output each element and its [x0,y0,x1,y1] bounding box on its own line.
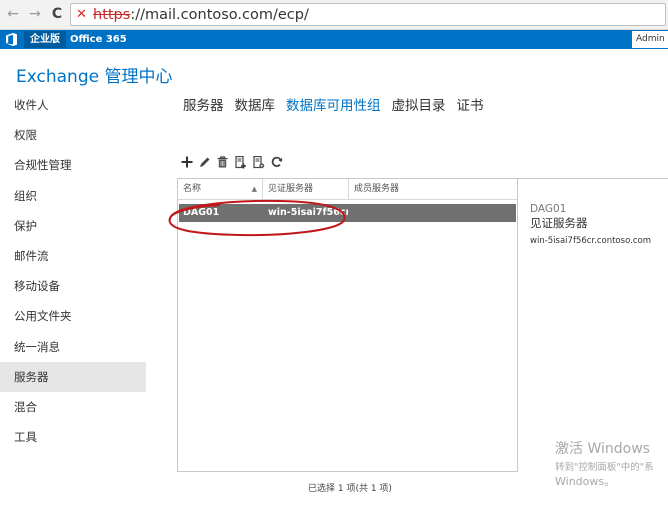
nav-item-hybrid[interactable]: 混合 [0,392,146,422]
nav-item-permissions[interactable]: 权限 [0,120,146,150]
url-text: https://mail.contoso.com/ecp/ [93,6,309,24]
detail-witness-heading: 见证服务器 [530,216,588,230]
back-icon[interactable]: ← [4,5,22,23]
office-logo-icon[interactable] [6,33,17,46]
refresh-icon[interactable] [268,153,285,171]
details-pane: DAG01 见证服务器 win-5isai7f56cr.contoso.com [518,178,668,472]
detail-witness-value: win-5isai7f56cr.contoso.com [530,236,651,246]
server-tabs: 服务器 数据库 数据库可用性组 虚拟目录 证书 [183,95,495,117]
column-headers: 名称 ▲ 见证服务器 成员服务器 [178,179,517,200]
nav-item-compliance[interactable]: 合规性管理 [0,150,146,180]
tab-virtual-directories[interactable]: 虚拟目录 [392,95,446,117]
office-suite-bar: 企业版 Office 365 Admin [0,30,668,49]
app-title: Exchange 管理中心 [16,67,173,87]
column-header-witness-server[interactable]: 见证服务器 [263,179,349,199]
tab-database-availability-groups[interactable]: 数据库可用性组 [286,95,381,117]
activation-watermark-title: 激活 Windows [555,441,650,457]
column-header-member-servers[interactable]: 成员服务器 [349,179,517,199]
nav-item-tools[interactable]: 工具 [0,422,146,452]
column-header-name-label: 名称 [183,184,202,194]
tab-databases[interactable]: 数据库 [235,95,276,117]
address-bar[interactable]: ✕ https://mail.contoso.com/ecp/ [70,3,666,26]
url-scheme: https [93,7,131,23]
nav-item-protection[interactable]: 保护 [0,211,146,241]
sort-ascending-icon: ▲ [251,185,257,193]
url-path: ://mail.contoso.com/ecp/ [130,7,309,23]
forward-icon[interactable]: → [26,5,44,23]
delete-icon[interactable] [214,153,231,171]
tab-servers[interactable]: 服务器 [183,95,224,117]
nav-item-servers[interactable]: 服务器 [0,361,146,392]
tab-certificates[interactable]: 证书 [457,95,484,117]
certificate-warning-icon[interactable]: ✕ [76,6,92,23]
row-witness-cell: win-5isai7f56cr.c... [268,207,348,218]
nav-item-public-folders[interactable]: 公用文件夹 [0,301,146,331]
nav-item-mobile[interactable]: 移动设备 [0,271,146,301]
browser-toolbar: ← → C ✕ https://mail.contoso.com/ecp/ [0,0,668,30]
reload-icon[interactable]: C [48,5,66,23]
detail-dag-name: DAG01 [530,203,567,215]
nav-item-organization[interactable]: 组织 [0,181,146,211]
activation-watermark-line-2: Windows。 [555,475,616,488]
activation-watermark-line: 转到"控制面板"中的"系 [555,462,654,473]
nav-item-mail-flow[interactable]: 邮件流 [0,241,146,271]
enterprise-brand-label[interactable]: 企业版 [24,31,66,48]
row-name-cell: DAG01 [183,207,220,218]
nav-item-recipients[interactable]: 收件人 [0,90,146,120]
admin-user-menu[interactable]: Admin [632,31,668,48]
office-365-link[interactable]: Office 365 [70,31,127,48]
add-icon[interactable] [178,153,195,171]
dag-list: 名称 ▲ 见证服务器 成员服务器 DAG01 win-5isai7f56cr.c… [177,178,518,472]
manage-membership-icon[interactable] [232,153,249,171]
network-settings-icon[interactable] [250,153,267,171]
nav-item-unified-messaging[interactable]: 统一消息 [0,332,146,362]
selection-status: 已选择 1 项(共 1 项) [308,484,392,494]
column-header-name[interactable]: 名称 ▲ [178,179,263,199]
edit-icon[interactable] [196,153,213,171]
left-navigation: 收件人 权限 合规性管理 组织 保护 邮件流 移动设备 公用文件夹 统一消息 服… [0,90,146,452]
list-toolbar [178,153,286,171]
table-row[interactable]: DAG01 win-5isai7f56cr.c... [179,204,516,222]
